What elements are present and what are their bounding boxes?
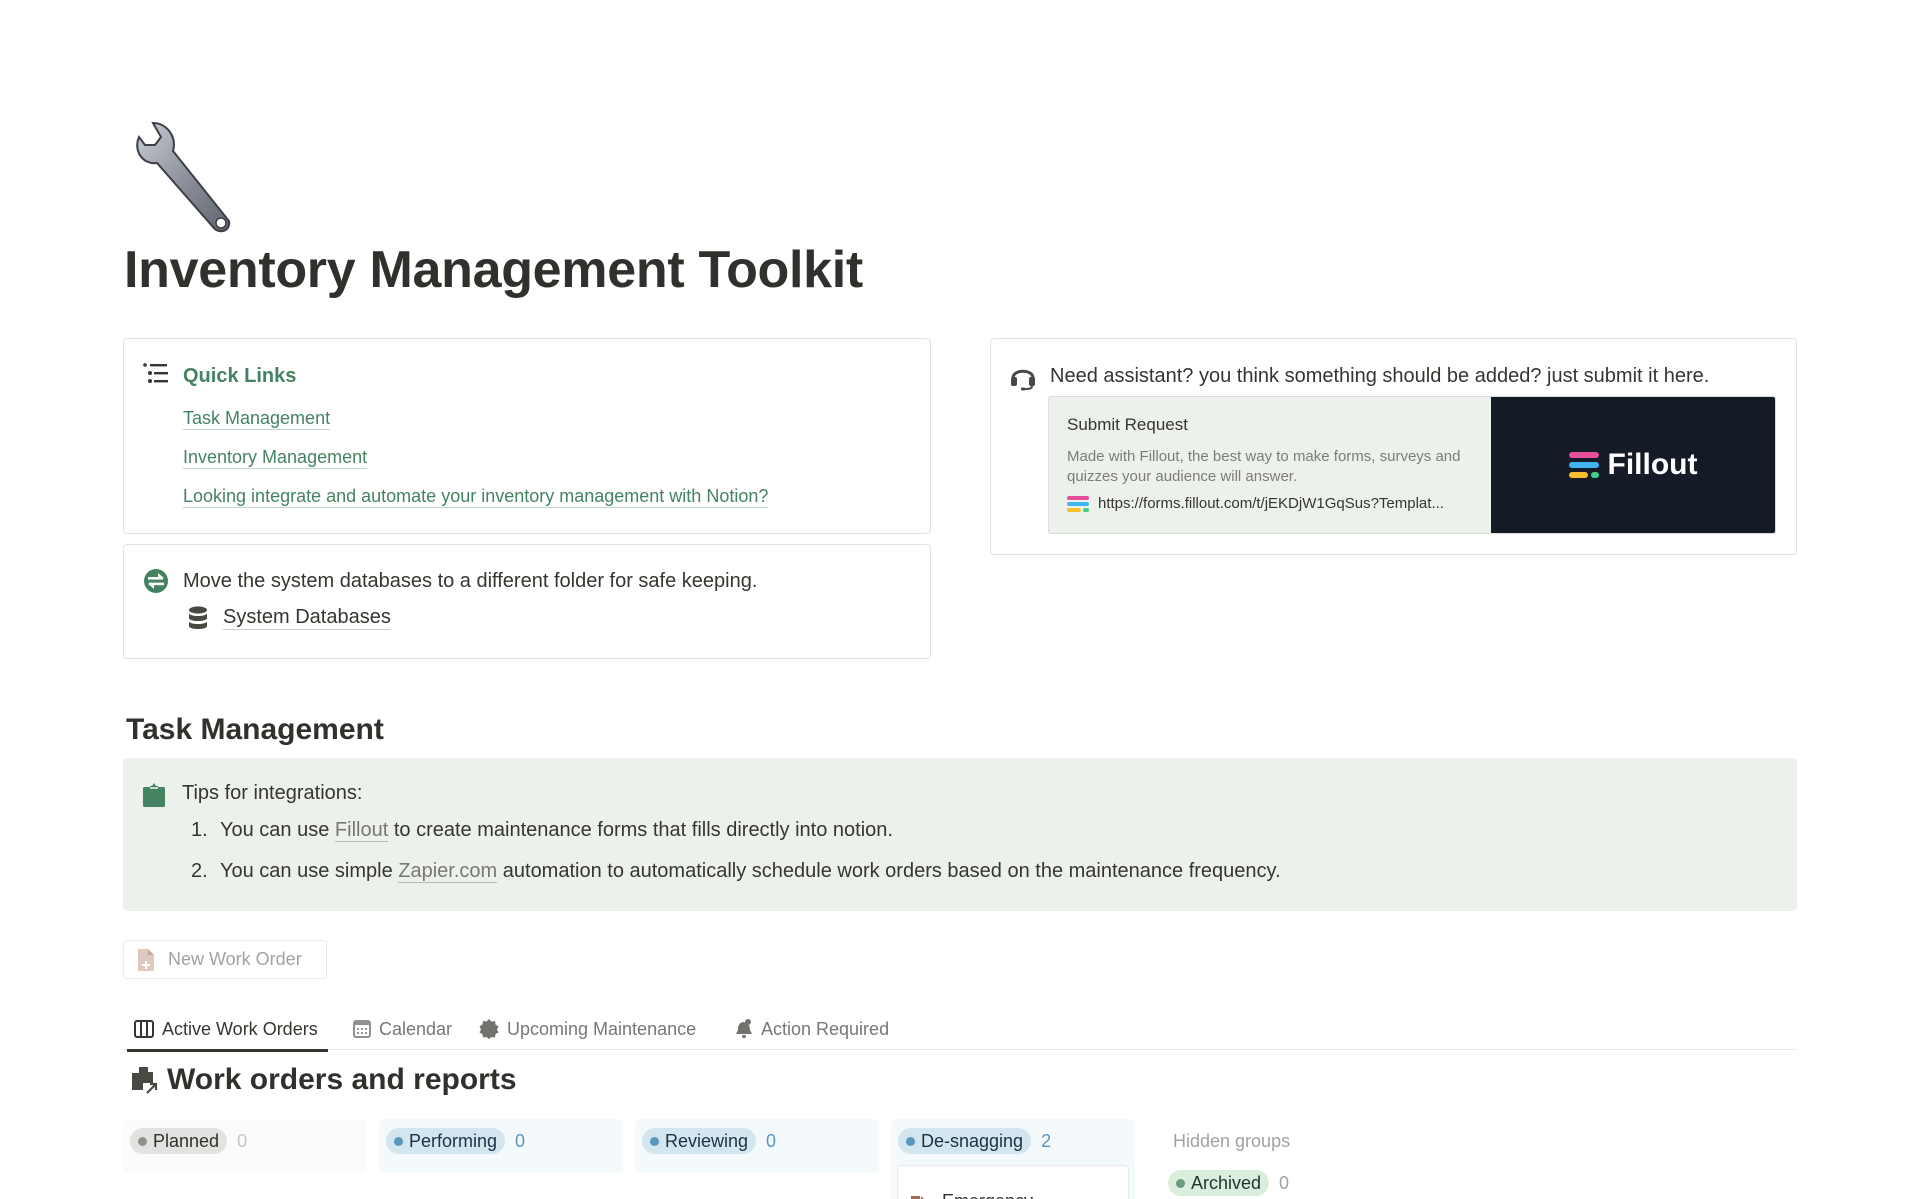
fillout-logo-text: Fillout <box>1608 448 1698 482</box>
board-icon <box>134 1020 154 1038</box>
bell-alert-icon <box>735 1019 753 1039</box>
fillout-bookmark[interactable]: Submit Request Made with Fillout, the be… <box>1048 396 1776 534</box>
system-databases-link[interactable]: System Databases <box>187 605 391 630</box>
tab-label: Action Required <box>761 1019 889 1040</box>
tip-item-1: 1.You can use Fillout to create maintena… <box>191 819 893 842</box>
clipboard-icon <box>143 783 165 807</box>
status-dot <box>138 1137 147 1146</box>
tip-text: You can use <box>220 819 335 841</box>
new-document-icon <box>138 949 154 971</box>
quick-links-box: Quick Links Task Management Inventory Ma… <box>123 338 931 534</box>
database-title[interactable]: Work orders and reports <box>131 1063 517 1097</box>
database-title-text: Work orders and reports <box>167 1063 517 1097</box>
badge-icon <box>479 1019 499 1039</box>
board-column-performing: Performing 0 <box>379 1119 623 1173</box>
status-label: Archived <box>1191 1173 1261 1194</box>
status-dot <box>1176 1179 1185 1188</box>
hidden-group-archived[interactable]: Archived 0 <box>1168 1170 1289 1196</box>
quick-links-title: Quick Links <box>183 365 296 388</box>
tab-active-work-orders[interactable]: Active Work Orders <box>134 1008 318 1050</box>
hidden-groups-label: Hidden groups <box>1173 1131 1290 1152</box>
database-icon <box>187 606 209 630</box>
hidden-group-count: 0 <box>1279 1173 1289 1194</box>
bookmark-description: Made with Fillout, the best way to make … <box>1067 447 1475 487</box>
tab-label: Upcoming Maintenance <box>507 1019 696 1040</box>
system-note-text: Move the system databases to a different… <box>183 570 757 593</box>
bookmark-preview-image: Fillout <box>1491 397 1775 533</box>
status-label: Planned <box>153 1131 219 1152</box>
status-pill-de-snagging[interactable]: De-snagging <box>898 1128 1031 1154</box>
status-pill-planned[interactable]: Planned <box>130 1128 227 1154</box>
status-dot <box>394 1137 403 1146</box>
view-tabs: Active Work Orders Calendar Upcoming Mai… <box>123 1008 1797 1050</box>
integration-tips-callout: Tips for integrations: 1.You can use Fil… <box>123 758 1797 911</box>
column-count: 0 <box>766 1131 776 1152</box>
swap-arrows-icon <box>143 568 169 594</box>
help-text: Need assistant? you think something shou… <box>1050 365 1709 388</box>
page-title: Inventory Management Toolkit <box>124 240 863 300</box>
quick-link-integrate-automate[interactable]: Looking integrate and automate your inve… <box>183 485 768 508</box>
new-work-order-button[interactable]: New Work Order <box>123 940 327 979</box>
status-dot <box>650 1137 659 1146</box>
status-label: De-snagging <box>921 1131 1023 1152</box>
system-databases-callout: Move the system databases to a different… <box>123 544 931 659</box>
tab-label: Active Work Orders <box>162 1019 318 1040</box>
status-pill-reviewing[interactable]: Reviewing <box>642 1128 756 1154</box>
status-pill-archived[interactable]: Archived <box>1168 1170 1269 1196</box>
bookmark-title: Submit Request <box>1067 415 1475 435</box>
list-number: 1. <box>191 819 220 842</box>
bookmark-url: https://forms.fillout.com/t/jEKDjW1GqSus… <box>1098 495 1444 512</box>
system-databases-label: System Databases <box>223 605 391 630</box>
quick-link-inventory-management[interactable]: Inventory Management <box>183 446 367 469</box>
status-dot <box>906 1137 915 1146</box>
tab-calendar[interactable]: Calendar <box>353 1008 452 1050</box>
tip-text: You can use simple <box>220 860 398 882</box>
tab-action-required[interactable]: Action Required <box>735 1008 889 1050</box>
board-column-planned: Planned 0 <box>123 1119 367 1173</box>
fillout-favicon-icon <box>1067 496 1089 512</box>
status-pill-performing[interactable]: Performing <box>386 1128 505 1154</box>
new-work-order-label: New Work Order <box>168 949 302 970</box>
tip-text: to create maintenance forms that fills d… <box>388 819 893 841</box>
tab-label: Calendar <box>379 1019 452 1040</box>
board-column-reviewing: Reviewing 0 <box>635 1119 879 1173</box>
help-callout: Need assistant? you think something shou… <box>990 338 1797 555</box>
list-number: 2. <box>191 860 220 883</box>
tab-upcoming-maintenance[interactable]: Upcoming Maintenance <box>479 1008 696 1050</box>
callout-heading: Tips for integrations: <box>182 782 362 805</box>
board-column-de-snagging: De-snagging 2 Emergency <box>891 1119 1135 1199</box>
fillout-link[interactable]: Fillout <box>335 819 388 842</box>
tip-text: automation to automatically schedule wor… <box>497 860 1280 882</box>
bulleted-list-icon <box>143 363 169 385</box>
column-count: 2 <box>1041 1131 1051 1152</box>
quick-link-task-management[interactable]: Task Management <box>183 407 330 430</box>
wrench-icon[interactable] <box>125 115 250 240</box>
status-label: Performing <box>409 1131 497 1152</box>
card-title: Emergency <box>942 1191 1033 1199</box>
calendar-icon <box>353 1020 371 1038</box>
documents-link-icon <box>131 1066 159 1094</box>
status-label: Reviewing <box>665 1131 748 1152</box>
tip-item-2: 2.You can use simple Zapier.com automati… <box>191 860 1281 883</box>
board-card[interactable]: Emergency <box>897 1165 1129 1199</box>
column-count: 0 <box>515 1131 525 1152</box>
headset-icon <box>1010 363 1036 391</box>
task-management-heading: Task Management <box>126 713 384 747</box>
fillout-logo-icon <box>1569 452 1599 478</box>
zapier-link[interactable]: Zapier.com <box>398 860 497 883</box>
column-count: 0 <box>237 1131 247 1152</box>
